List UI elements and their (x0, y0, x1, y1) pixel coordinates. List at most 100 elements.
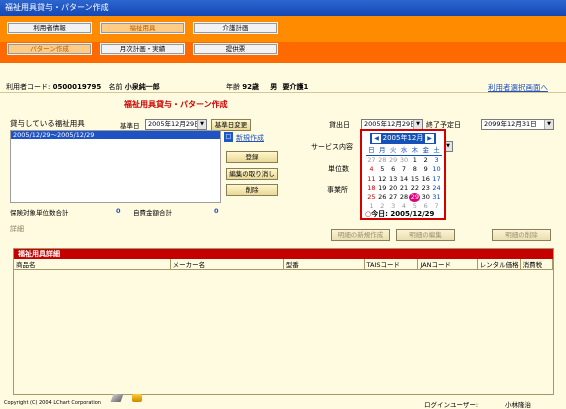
new-create-link[interactable]: 新規作成 (236, 133, 264, 143)
today-label: 今日: 2005/12/29 (371, 210, 435, 218)
calendar-day[interactable]: 14 (399, 175, 410, 184)
calendar-day[interactable]: 27 (366, 156, 377, 165)
chevron-down-icon[interactable]: ▼ (197, 120, 206, 129)
calendar-day[interactable]: 24 (431, 184, 442, 193)
lend-date-value: 2005年12月29日 (364, 120, 417, 128)
calendar-day[interactable]: 11 (366, 175, 377, 184)
column-header[interactable]: メーカー名 (170, 259, 284, 270)
column-header[interactable]: レンタル価格 (477, 259, 521, 270)
section-title: 福祉用具貸与・パターン作成 (124, 100, 228, 109)
calendar-day[interactable]: 5 (377, 165, 388, 174)
calendar-day[interactable]: 22 (409, 184, 420, 193)
calendar-day[interactable]: 15 (409, 175, 420, 184)
calendar-day[interactable]: 20 (388, 184, 399, 193)
calendar-day[interactable]: 30 (420, 193, 431, 202)
nav-care-plan-button[interactable]: 介護計画 (193, 22, 278, 34)
prev-month-icon[interactable]: ◀ (372, 134, 381, 143)
calendar-day[interactable]: 16 (420, 175, 431, 184)
date-picker-calendar[interactable]: ◀ 2005年12月 ▶ 日月火水木金土 27 28 29 30 1 2 3 4 5 6 7 8 9 10… (360, 129, 446, 220)
calendar-day[interactable]: 18 (366, 184, 377, 193)
list-item[interactable]: 2005/12/29～2005/12/29 (11, 131, 220, 139)
calendar-day[interactable]: 21 (399, 184, 410, 193)
divider (0, 92, 566, 93)
column-header[interactable]: JANコード (417, 259, 478, 270)
chevron-down-icon[interactable]: ▼ (413, 120, 422, 129)
calendar-day[interactable]: 8 (409, 165, 420, 174)
nav-monthly-plan-button[interactable]: 月次計画・実績 (100, 43, 185, 55)
user-age-area: 年齢 92歳 男 要介護1 (226, 82, 308, 92)
insurance-units-value: 0 (116, 207, 121, 215)
insurance-units-label: 保険対象単位数合計 (10, 209, 69, 217)
nav-user-info-button[interactable]: 利用者情報 (7, 22, 92, 34)
office-label: 事業所 (327, 186, 348, 194)
detail-new-button[interactable]: 明細の新規作成 (331, 229, 390, 241)
nav-welfare-equipment-button[interactable]: 福祉用具 (100, 22, 185, 34)
table-header-row: 商品名 メーカー名 型番 TAISコード JANコード レンタル価格 消費税 (14, 259, 554, 270)
next-month-icon[interactable]: ▶ (425, 134, 434, 143)
calendar-day[interactable]: 2 (420, 156, 431, 165)
chevron-down-icon[interactable]: ▼ (544, 120, 553, 129)
calendar-day[interactable]: 30 (399, 156, 410, 165)
calendar-day[interactable]: 12 (377, 175, 388, 184)
calendar-month: 2005年12月 (382, 134, 424, 142)
document-icon: □ (224, 132, 233, 142)
detail-table: 商品名 メーカー名 型番 TAISコード JANコード レンタル価格 消費税 (14, 259, 554, 270)
register-button[interactable]: 登録 (226, 151, 278, 163)
calendar-header: ◀ 2005年12月 ▶ (370, 133, 436, 144)
weekday-label: 木 (411, 146, 419, 154)
column-header[interactable]: 商品名 (14, 259, 171, 270)
weekday-label: 火 (389, 146, 397, 154)
detail-table-title: 福祉用具詳細 (14, 249, 553, 259)
nav-pattern-button[interactable]: パターン作成 (7, 43, 92, 55)
calendar-day[interactable]: 3 (431, 156, 442, 165)
column-header[interactable]: 消費税 (520, 259, 554, 270)
user-name: 小泉純一郎 (124, 83, 160, 91)
column-header[interactable]: 型番 (283, 259, 365, 270)
calendar-day[interactable]: 26 (377, 193, 388, 202)
login-user-label: ログインユーザー: (424, 401, 479, 409)
weekday-label: 土 (433, 146, 440, 154)
delete-button[interactable]: 削除 (226, 184, 278, 196)
base-date-label: 基準日 (120, 122, 140, 130)
user-code: 0500019795 (52, 83, 102, 91)
calendar-day[interactable]: 6 (388, 165, 399, 174)
calendar-day[interactable]: 28 (399, 193, 410, 202)
calendar-days: 27 28 29 30 1 2 3 4 5 6 7 8 9 10 11 12 13 14 15 16 17 18 19 20 2… (366, 156, 442, 212)
calendar-day[interactable]: 31 (431, 193, 442, 202)
equipment-list[interactable]: 2005/12/29～2005/12/29 (10, 130, 221, 203)
end-date-value: 2099年12月31日 (484, 120, 537, 128)
detail-delete-button[interactable]: 明細の削除 (492, 229, 551, 241)
detail-table-panel: 福祉用具詳細 商品名 メーカー名 型番 TAISコード JANコード レンタル価格 消費税 (13, 248, 554, 395)
base-date-select[interactable]: 2005年12月29日 ▼ (145, 119, 207, 130)
calendar-day[interactable]: 7 (399, 165, 410, 174)
calendar-day[interactable]: 27 (388, 193, 399, 202)
calendar-day[interactable]: 9 (420, 165, 431, 174)
weekday-row: 日月火水木金土 (366, 146, 442, 155)
folder-icon[interactable] (132, 394, 142, 402)
today-button[interactable]: ○今日: 2005/12/29 (365, 209, 434, 219)
user-name-label: 名前 (108, 83, 123, 91)
nav-service-slip-button[interactable]: 提供票 (193, 43, 278, 55)
detail-label: 詳細 (10, 225, 24, 233)
calendar-day[interactable]: 29 (409, 193, 421, 203)
column-header[interactable]: TAISコード (364, 259, 419, 270)
unit-label: 単位数 (328, 165, 349, 173)
end-date-select[interactable]: 2099年12月31日 ▼ (481, 119, 554, 130)
sex-value: 男 (270, 83, 278, 91)
weekday-label: 月 (379, 146, 386, 154)
calendar-day[interactable]: 17 (431, 175, 442, 184)
weekday-label: 日 (368, 146, 375, 154)
calendar-day[interactable]: 1 (409, 156, 420, 165)
lent-equipment-label: 貸与している福祉用具 (10, 119, 85, 128)
calendar-day[interactable]: 13 (388, 175, 399, 184)
calendar-day[interactable]: 4 (366, 165, 377, 174)
lend-date-label: 貸出日 (329, 121, 350, 129)
calendar-day[interactable]: 10 (431, 165, 442, 174)
undo-edit-button[interactable]: 編集の取り消し (226, 168, 278, 180)
calendar-day[interactable]: 25 (366, 193, 377, 202)
calendar-day[interactable]: 23 (420, 184, 431, 193)
detail-edit-button[interactable]: 明細の編集 (396, 229, 455, 241)
calendar-day[interactable]: 28 (377, 156, 388, 165)
calendar-day[interactable]: 19 (377, 184, 388, 193)
calendar-day[interactable]: 29 (388, 156, 399, 165)
